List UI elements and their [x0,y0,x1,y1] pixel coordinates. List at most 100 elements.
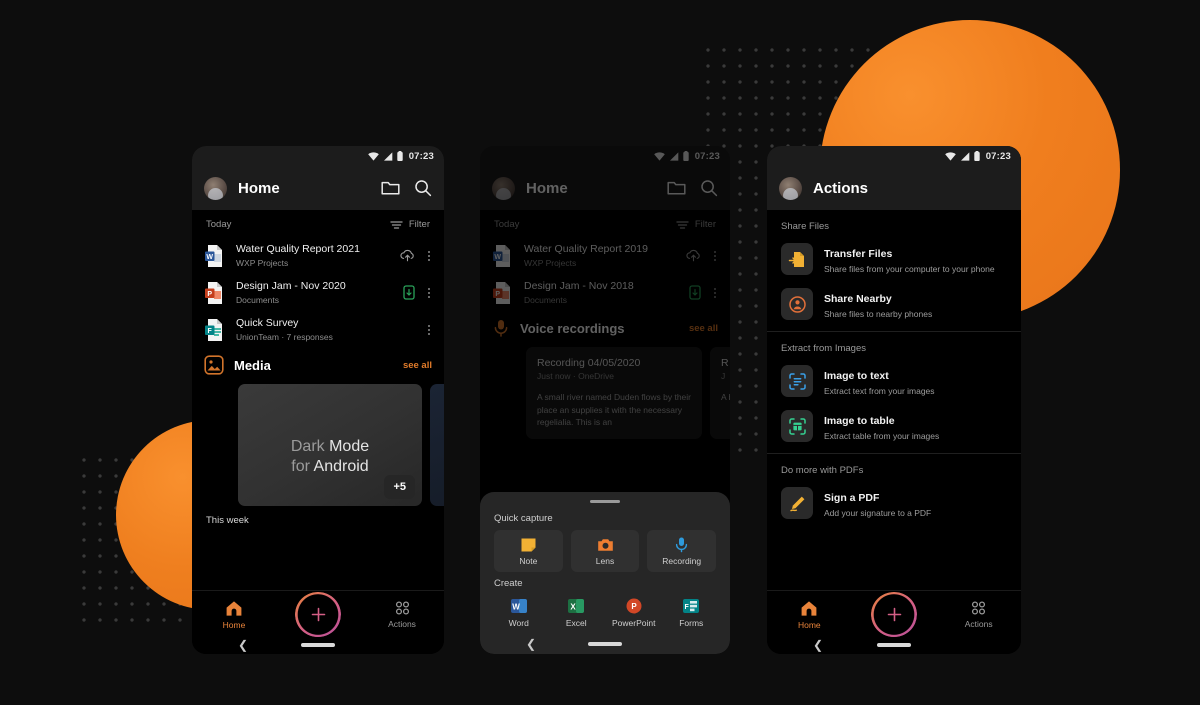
status-bar: 07:23 [767,146,1021,166]
filter-button[interactable]: Filter [676,219,716,230]
caption-line2: Android [313,458,369,475]
nav-item-actions[interactable]: Actions [360,600,444,629]
file-list-item[interactable]: P Design Jam - Nov 2018 Documents [480,274,730,311]
create-fab[interactable] [276,592,360,637]
more-options-button[interactable] [712,249,718,263]
create-fab[interactable] [852,592,937,637]
user-avatar[interactable] [204,176,227,200]
create-powerpoint[interactable]: P PowerPoint [605,597,663,628]
create-word[interactable]: W Word [490,597,548,628]
more-media-badge[interactable]: +5 [384,475,415,499]
actions-content: Share Files Transfer Files Share files f… [767,210,1021,654]
fab-button[interactable] [296,592,340,637]
filter-icon [390,220,403,229]
back-button[interactable]: ❮ [526,638,536,650]
cloud-upload-icon[interactable] [686,249,701,262]
user-avatar[interactable] [779,176,802,200]
nav-item-home[interactable]: Home [192,600,276,630]
media-card[interactable]: Dark Mode for Android +5 [238,384,422,506]
home-gesture-pill[interactable] [301,643,335,647]
action-item-transfer-files[interactable]: Transfer Files Share files from your com… [767,239,1021,284]
home-icon [226,600,242,616]
file-subtitle: Documents [524,295,567,305]
voice-recordings-header: Voice recordings see all [480,311,730,343]
battery-icon [973,151,980,161]
action-item-sign-a-pdf[interactable]: Sign a PDF Add your signature to a PDF [767,483,1021,528]
action-item-share-nearby[interactable]: Share Nearby Share files to nearby phone… [767,284,1021,329]
svg-text:P: P [495,290,500,297]
nav-item-home[interactable]: Home [767,600,852,630]
more-options-button[interactable] [426,286,432,300]
file-subtitle: WXP Projects [236,258,289,268]
quick-capture-lens[interactable]: Lens [570,530,640,572]
create-label: Create [494,578,523,589]
voice-recordings-title: Voice recordings [520,320,625,336]
file-list-item[interactable]: W Water Quality Report 2019 WXP Projects [480,237,730,274]
create-forms[interactable]: F Forms [663,597,721,628]
recording-card[interactable]: Recording 04/05/2020 Just now · OneDrive… [526,347,702,439]
phone-actions-screen: 07:23 Actions Share Files Transfer Files… [767,146,1021,654]
fab-button[interactable] [872,592,916,637]
search-icon[interactable] [700,179,718,197]
app-bar: Actions [767,166,1021,210]
word-file-icon: W [205,244,222,267]
word-app-icon: W [510,599,527,613]
quick-capture-note[interactable]: Note [494,530,563,572]
svg-text:W: W [494,253,501,260]
search-icon[interactable] [414,179,432,197]
action-item-image-to-text[interactable]: Image to text Extract text from your ima… [767,361,1021,406]
action-item-image-to-table[interactable]: Image to table Extract table from your i… [767,406,1021,451]
file-list-item[interactable]: P Design Jam - Nov 2020 Documents [192,274,444,311]
back-button[interactable]: ❮ [813,639,823,651]
page-title: Home [238,179,280,197]
section-label-share-files: Share Files [781,221,830,232]
media-carousel[interactable]: Dark Mode for Android +5 [192,380,444,506]
recording-card-partial[interactable]: R J A b th [710,347,730,439]
nav-item-actions[interactable]: Actions [936,600,1021,629]
sticky-note-icon [521,538,536,552]
nav-label-home: Home [797,619,821,630]
file-list-item[interactable]: F Quick Survey UnionTeam · 7 responses [192,311,444,348]
folder-icon[interactable] [381,180,400,196]
folder-icon[interactable] [667,180,686,196]
action-title: Transfer Files [824,248,893,260]
offline-available-icon[interactable] [689,285,701,300]
page-title: Home [526,179,568,197]
file-list-item[interactable]: W Water Quality Report 2021 WXP Projects [192,237,444,274]
phone-quick-capture-screen: 07:23 Home Today Filter W Water Quality … [480,146,730,654]
file-title: Design Jam - Nov 2020 [236,280,346,292]
back-button[interactable]: ❮ [238,639,248,651]
media-see-all-link[interactable]: see all [403,360,432,371]
filter-button[interactable]: Filter [390,219,430,230]
quick-capture-recording[interactable]: Recording [647,530,717,572]
svg-text:F: F [208,327,213,334]
home-gesture-pill[interactable] [877,643,911,647]
home-content: Today Filter W Water Quality Report 2021… [192,210,444,654]
more-options-button[interactable] [426,249,432,263]
create-excel[interactable]: X Excel [548,597,606,628]
file-title: Design Jam - Nov 2018 [524,280,634,292]
recording-title: Recording 04/05/2020 [537,357,641,369]
cloud-upload-icon[interactable] [400,249,415,262]
svg-text:P: P [207,290,212,297]
offline-available-icon[interactable] [403,285,415,300]
voice-see-all-link[interactable]: see all [689,323,718,334]
more-options-button[interactable] [712,286,718,300]
more-options-button[interactable] [426,323,432,337]
user-avatar[interactable] [492,176,515,200]
grid-dots-icon [395,601,409,615]
media-card-partial[interactable] [430,384,444,506]
create-excel-label: Excel [565,618,587,628]
action-title: Share Nearby [824,293,892,305]
quick-capture-note-label: Note [519,556,538,566]
nav-label-actions: Actions [388,619,416,629]
action-subtitle: Add your signature to a PDF [824,508,932,518]
home-gesture-pill[interactable] [588,642,622,646]
recordings-carousel[interactable]: Recording 04/05/2020 Just now · OneDrive… [480,343,730,439]
plus-icon [887,607,901,622]
media-title: Media [234,357,271,373]
recording-subtitle: J [721,371,726,381]
status-bar-time: 07:23 [985,150,1011,162]
recording-title: R [721,357,729,369]
sheet-drag-handle[interactable] [480,492,730,507]
